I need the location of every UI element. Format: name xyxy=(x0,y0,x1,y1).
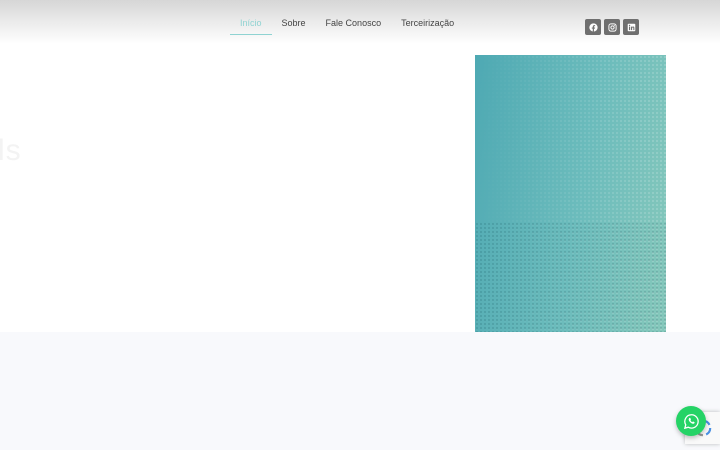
instagram-icon xyxy=(607,22,617,32)
nav-item-fale-conosco[interactable]: Fale Conosco xyxy=(316,16,392,39)
instagram-button[interactable] xyxy=(604,19,620,35)
whatsapp-icon xyxy=(683,413,699,429)
halftone-pattern-bottom xyxy=(475,222,666,332)
hero-heading-fragment: ls xyxy=(0,134,22,167)
social-links xyxy=(585,19,639,35)
linkedin-icon xyxy=(627,23,635,31)
hero-image-panel xyxy=(475,55,666,332)
nav-item-terceirizacao[interactable]: Terceirização xyxy=(391,16,464,39)
site-header: Início Sobre Fale Conosco Terceirização xyxy=(0,0,720,44)
main-nav: Início Sobre Fale Conosco Terceirização xyxy=(230,16,464,39)
lower-section xyxy=(0,332,720,450)
facebook-icon xyxy=(588,22,598,32)
nav-item-inicio[interactable]: Início xyxy=(230,16,272,39)
linkedin-button[interactable] xyxy=(623,19,639,35)
nav-item-sobre[interactable]: Sobre xyxy=(272,16,316,39)
facebook-button[interactable] xyxy=(585,19,601,35)
whatsapp-chat-button[interactable] xyxy=(676,406,706,436)
